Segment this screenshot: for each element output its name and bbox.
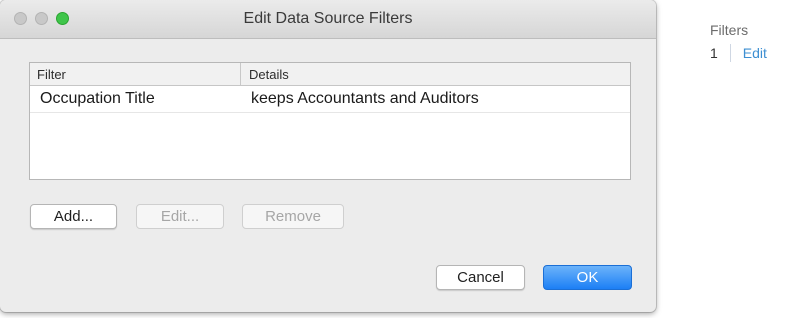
cancel-button[interactable]: Cancel: [436, 265, 525, 290]
edit-data-source-filters-dialog: Edit Data Source Filters Filter Details …: [0, 0, 656, 312]
table-row[interactable]: Occupation Title keeps Accountants and A…: [30, 86, 630, 113]
column-header-filter[interactable]: Filter: [30, 63, 241, 85]
edit-button[interactable]: Edit...: [136, 204, 224, 229]
filters-table: Filter Details Occupation Title keeps Ac…: [29, 62, 631, 180]
details-cell: keeps Accountants and Auditors: [251, 90, 479, 107]
divider: [729, 44, 731, 62]
filters-panel: Filters 1 Edit: [710, 22, 767, 62]
filter-cell: Occupation Title: [40, 90, 155, 107]
add-button[interactable]: Add...: [30, 204, 117, 229]
title-bar: Edit Data Source Filters: [0, 0, 656, 39]
table-header: Filter Details: [30, 63, 630, 86]
filter-count: 1: [710, 45, 718, 61]
ok-button[interactable]: OK: [543, 265, 632, 290]
dialog-title: Edit Data Source Filters: [243, 10, 413, 27]
filters-summary: 1 Edit: [710, 44, 767, 62]
remove-button[interactable]: Remove: [242, 204, 344, 229]
edit-filters-link[interactable]: Edit: [743, 45, 767, 61]
filters-panel-title: Filters: [710, 22, 749, 38]
column-header-details[interactable]: Details: [241, 63, 630, 85]
